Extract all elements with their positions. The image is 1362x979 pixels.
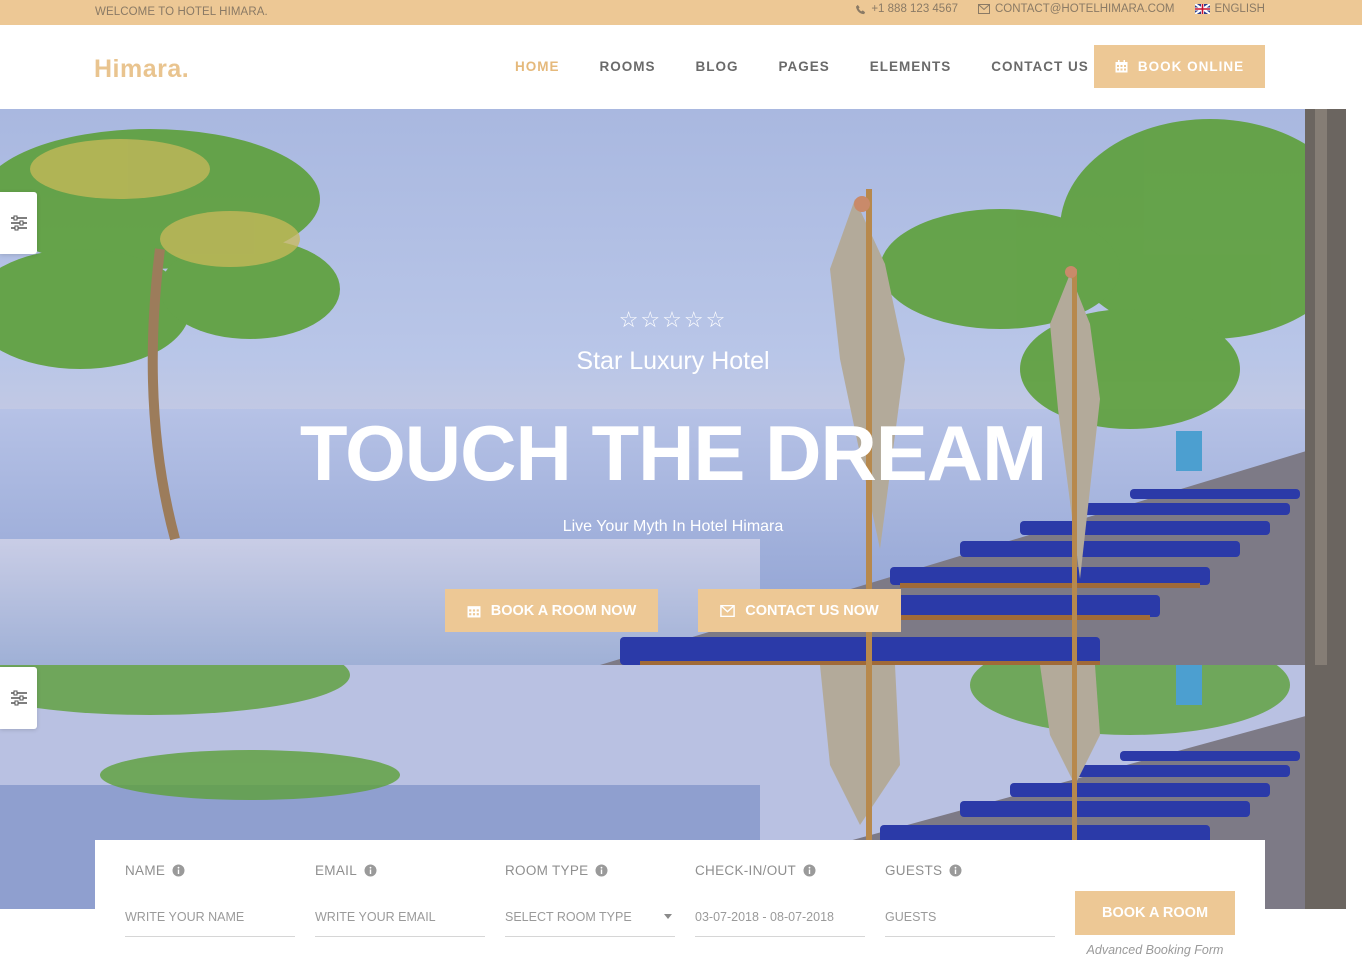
guests-input[interactable] — [885, 897, 1055, 937]
sliders-icon — [10, 690, 27, 706]
language-selector[interactable]: ENGLISH — [1194, 3, 1266, 15]
phone-link[interactable]: +1 888 123 4567 — [855, 3, 958, 15]
calendar-icon — [1115, 60, 1128, 73]
guests-label: GUESTS — [885, 863, 943, 878]
envelope-icon — [978, 4, 990, 14]
nav-rooms[interactable]: ROOMS — [580, 59, 676, 74]
hero-subtitle: Star Luxury Hotel — [576, 347, 770, 375]
site-logo[interactable]: Himara. — [94, 55, 189, 84]
room-type-label: ROOM TYPE — [505, 863, 589, 878]
room-type-label-wrap: ROOM TYPE — [505, 863, 608, 878]
info-icon[interactable] — [949, 864, 962, 877]
book-online-button[interactable]: BOOK ONLINE — [1094, 45, 1265, 88]
book-online-label: BOOK ONLINE — [1137, 59, 1245, 74]
name-label-wrap: NAME — [125, 863, 185, 878]
uk-flag-icon — [1194, 4, 1210, 14]
top-bar: WELCOME TO HOTEL HIMARA. +1 888 123 4567… — [0, 0, 1362, 25]
book-a-room-button[interactable]: BOOK A ROOM — [1075, 891, 1235, 935]
hero-tagline: Live Your Myth In Hotel Himara — [562, 518, 784, 535]
welcome-text: WELCOME TO HOTEL HIMARA. — [95, 6, 268, 18]
book-room-now-label: BOOK A ROOM NOW — [490, 602, 637, 619]
star-rating: ☆☆☆☆☆ — [618, 307, 728, 332]
info-icon[interactable] — [364, 864, 377, 877]
room-type-value: SELECT ROOM TYPE — [505, 909, 632, 924]
sliders-icon — [10, 215, 27, 231]
envelope-icon — [720, 604, 736, 617]
nav-home[interactable]: HOME — [495, 59, 580, 74]
language-label: ENGLISH — [1214, 3, 1266, 15]
style-switcher-tab-2[interactable] — [0, 667, 37, 729]
email-label: EMAIL — [315, 863, 358, 878]
nav-elements[interactable]: ELEMENTS — [850, 59, 972, 74]
info-icon[interactable] — [595, 864, 608, 877]
email-address: CONTACT@HOTELHIMARA.COM — [995, 3, 1175, 15]
style-switcher-tab[interactable] — [0, 192, 37, 254]
main-header: Himara. HOME ROOMS BLOG PAGES ELEMENTS C… — [0, 25, 1362, 109]
advanced-booking-link[interactable]: Advanced Booking Form — [1075, 943, 1235, 957]
email-link[interactable]: CONTACT@HOTELHIMARA.COM — [978, 3, 1175, 15]
booking-form: NAME EMAIL ROOM TYPE SELECT ROOM TYPE CH… — [95, 840, 1265, 979]
book-room-now-button[interactable]: BOOK A ROOM NOW — [445, 589, 658, 632]
info-icon[interactable] — [803, 864, 816, 877]
dates-input[interactable] — [695, 897, 865, 937]
main-nav: HOME ROOMS BLOG PAGES ELEMENTS CONTACT U… — [495, 59, 1109, 74]
caret-down-icon — [664, 914, 672, 919]
nav-blog[interactable]: BLOG — [676, 59, 759, 74]
name-input[interactable] — [125, 897, 295, 937]
email-label-wrap: EMAIL — [315, 863, 377, 878]
hero-background-image — [0, 109, 1346, 665]
hero-slider: ☆☆☆☆☆ Star Luxury Hotel TOUCH THE DREAM … — [0, 109, 1346, 665]
name-label: NAME — [125, 863, 166, 878]
calendar-icon — [467, 605, 481, 617]
hero-title: TOUCH THE DREAM — [299, 409, 1047, 497]
info-icon[interactable] — [172, 864, 185, 877]
email-input[interactable] — [315, 897, 485, 937]
guests-label-wrap: GUESTS — [885, 863, 962, 878]
phone-icon — [856, 4, 866, 14]
contact-us-now-label: CONTACT US NOW — [745, 602, 879, 619]
dates-label-wrap: CHECK-IN/OUT — [695, 863, 816, 878]
phone-number: +1 888 123 4567 — [871, 3, 958, 15]
nav-contact-us[interactable]: CONTACT US — [971, 59, 1109, 74]
nav-pages[interactable]: PAGES — [759, 59, 850, 74]
contact-us-now-button[interactable]: CONTACT US NOW — [698, 589, 901, 632]
dates-label: CHECK-IN/OUT — [695, 863, 797, 878]
room-type-select[interactable]: SELECT ROOM TYPE — [505, 897, 675, 937]
